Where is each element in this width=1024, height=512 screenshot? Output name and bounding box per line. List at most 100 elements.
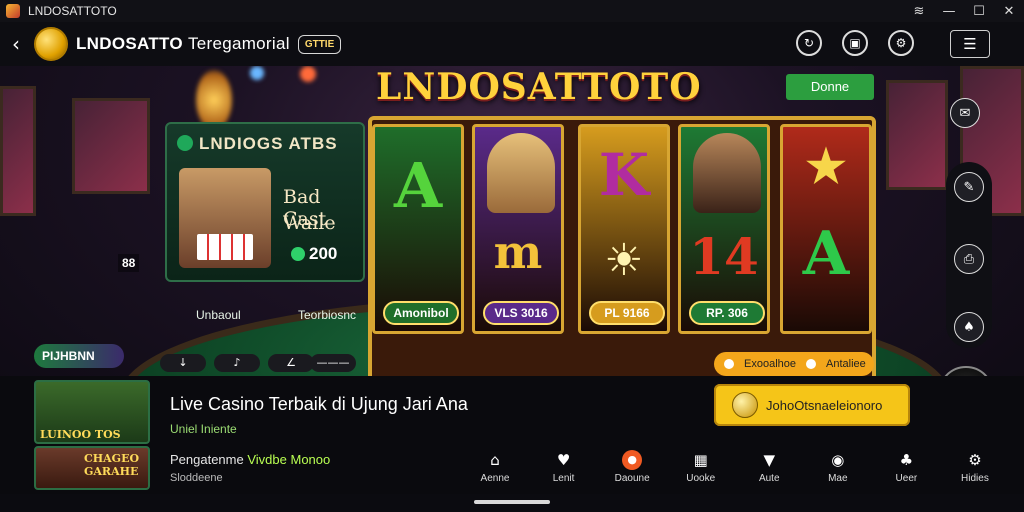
brand-subtitle: Teregamorial	[187, 34, 290, 53]
reel-symbol: A	[393, 149, 443, 222]
nav-item-uooke[interactable]: ▦ Uooke	[676, 448, 726, 488]
dealer-line-2: Waile	[283, 212, 336, 234]
nav-label: Mae	[828, 473, 848, 484]
reel-1[interactable]: A Amonibol	[372, 124, 464, 334]
side-screen-right	[886, 80, 948, 190]
table-pill-3[interactable]: ∠	[268, 354, 314, 372]
live-tag[interactable]: PIJHBNN	[34, 344, 124, 368]
dealer-panel-header: LNDIOGS ATBS	[177, 134, 338, 154]
back-arrow-icon[interactable]: ‹	[4, 32, 28, 56]
nav-label: Daoune	[614, 473, 650, 484]
nav-label: Lenit	[552, 473, 575, 484]
promo-subline: Uniel Iniente	[170, 422, 237, 436]
side-screen-left	[0, 86, 36, 216]
thumbnail-label: LUINOO TOS	[40, 428, 121, 441]
promo-description: Pengatenme Vivdbe Monoo	[170, 452, 331, 467]
nav-item-aenne[interactable]: ⌂ Aenne	[470, 448, 520, 488]
nav-item-aute[interactable]: ▼ Aute	[744, 448, 794, 488]
settings-icon[interactable]: ⚙	[888, 30, 914, 56]
wallet-icon[interactable]: ▣	[842, 30, 868, 56]
thumbnail-label: CHAGEO GARAHE	[84, 452, 140, 478]
orange-toggle[interactable]: Exooalhoe Antaliee	[714, 352, 874, 376]
nav-label: Aenne	[480, 473, 510, 484]
toggle-dot-icon	[724, 359, 734, 369]
window-controls: ≋ — ☐ ✕	[904, 0, 1024, 22]
club-icon: ♣	[899, 451, 914, 469]
reel-3[interactable]: K ☀ PL 9166	[578, 124, 670, 334]
chat-icon: ◉	[831, 451, 845, 469]
nav-item-lenit[interactable]: ♥ Lenit	[539, 448, 589, 488]
gear-icon: ⚙	[968, 451, 982, 469]
reel-5[interactable]: ★ A	[780, 124, 872, 334]
brand-title: LNDOSATTO	[76, 34, 183, 53]
reel-button[interactable]: Amonibol	[383, 301, 459, 325]
donate-button[interactable]: Donne	[786, 74, 874, 100]
table-label-1: Unbaoul	[196, 308, 241, 322]
cta-label: JohoOtsnaeleionoro	[766, 397, 883, 413]
live-dot-icon	[177, 135, 193, 151]
reel-symbol: K	[598, 141, 650, 209]
cards-image	[197, 234, 253, 260]
table-pill-4[interactable]: ———	[310, 354, 356, 372]
toggle-dot-icon	[806, 359, 816, 369]
shield-icon: ▼	[763, 451, 776, 469]
support-icon[interactable]: ♠	[954, 312, 984, 342]
live-icon: ●	[622, 450, 643, 470]
header-icons: ↻ ▣ ⚙	[796, 30, 914, 56]
star-icon: ★	[805, 139, 847, 193]
app-icon	[6, 4, 20, 18]
spotlight	[250, 66, 264, 80]
dealer-panel[interactable]: LNDIOGS ATBS Bad Cast Waile 200	[165, 122, 365, 282]
toggle-left-label: Exooalhoe	[744, 358, 796, 370]
reel-4[interactable]: 14 RP. 306	[678, 124, 770, 334]
table-pill-2[interactable]: ♪	[214, 354, 260, 372]
header-badge[interactable]: GTTIE	[297, 34, 342, 54]
nav-item-daoune[interactable]: ● Daoune	[607, 448, 657, 488]
nav-item-hidies[interactable]: ⚙ Hidies	[950, 448, 1000, 488]
coin-icon	[291, 247, 305, 261]
refresh-icon[interactable]: ↻	[796, 30, 822, 56]
maximize-icon[interactable]: ☐	[964, 4, 994, 19]
brand-logo	[34, 27, 68, 61]
window-title: LNDOSATTOTO	[28, 4, 117, 18]
nav-item-mae[interactable]: ◉ Mae	[813, 448, 863, 488]
spotlight	[300, 66, 316, 82]
nav-label: Uooke	[686, 473, 716, 484]
grid-icon: ▦	[693, 451, 708, 469]
reel-portrait	[693, 133, 761, 213]
reel-button[interactable]: VLS 3016	[483, 301, 559, 325]
reel-button[interactable]: PL 9166	[589, 301, 665, 325]
chat-bubble-icon[interactable]: ✎	[954, 172, 984, 202]
game-thumbnail-1[interactable]: LUINOO TOS	[34, 380, 150, 444]
print-icon[interactable]: ⎙	[954, 244, 984, 274]
reel-symbol: m	[493, 225, 543, 279]
table-pill-1[interactable]: ↓	[160, 354, 206, 372]
reel-symbol: 14	[689, 227, 759, 286]
slot-title: LNDOSATTOTO	[376, 66, 702, 108]
home-indicator[interactable]	[474, 500, 550, 504]
close-icon[interactable]: ✕	[994, 4, 1024, 19]
coin-icon	[732, 392, 758, 418]
toggle-right-label: Antaliee	[826, 358, 866, 370]
dealer-amount: 200	[291, 244, 337, 264]
app-header: ‹ LNDOSATTO Teregamorial GTTIE ↻ ▣ ⚙ ☰	[0, 22, 1024, 66]
cta-button[interactable]: JohoOtsnaeleionoro	[714, 384, 910, 426]
wifi-icon: ≋	[913, 3, 925, 19]
heart-icon: ♥	[556, 451, 571, 469]
reel-2[interactable]: m VLS 3016	[472, 124, 564, 334]
reel-symbol: A	[802, 219, 850, 289]
game-thumbnail-2[interactable]: CHAGEO GARAHE	[34, 446, 150, 490]
nav-label: Aute	[758, 473, 780, 484]
side-screen-left-2	[72, 98, 150, 194]
home-icon: ⌂	[490, 451, 500, 469]
table-label-2: Teorbiosnc	[298, 308, 357, 322]
minimize-icon[interactable]: —	[934, 4, 964, 19]
reel-button[interactable]: RP. 306	[689, 301, 765, 325]
nav-item-ueer[interactable]: ♣ Ueer	[881, 448, 931, 488]
nav-label: Hidies	[961, 473, 989, 484]
message-icon[interactable]: ✉	[950, 98, 980, 128]
promo-highlight: Vivdbe Monoo	[247, 452, 331, 467]
chip-count: 88	[118, 254, 140, 272]
promo-description-2: Sloddeene	[170, 472, 223, 484]
menu-button[interactable]: ☰	[950, 30, 990, 58]
